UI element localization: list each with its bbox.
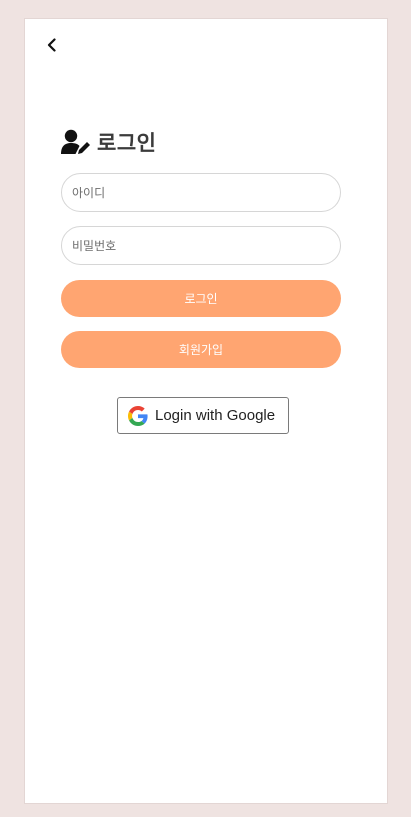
google-g-icon [128,405,148,426]
page-title: 로그인 [97,131,157,155]
signup-button-label: 회원가입 [178,343,224,357]
login-card: 로그인 로그인 회원가입 Login with Google [24,18,388,804]
user-edit-icon [61,129,90,154]
login-button[interactable]: 로그인 [61,280,341,317]
back-button[interactable] [43,36,61,54]
signup-button[interactable]: 회원가입 [61,331,341,368]
chevron-left-icon [47,38,56,52]
password-input[interactable] [61,226,341,265]
login-button-label: 로그인 [184,292,218,306]
login-heading: 로그인 [61,127,156,157]
id-input[interactable] [61,173,341,212]
google-login-button[interactable]: Login with Google [117,397,289,434]
google-login-label: Login with Google [155,407,276,424]
